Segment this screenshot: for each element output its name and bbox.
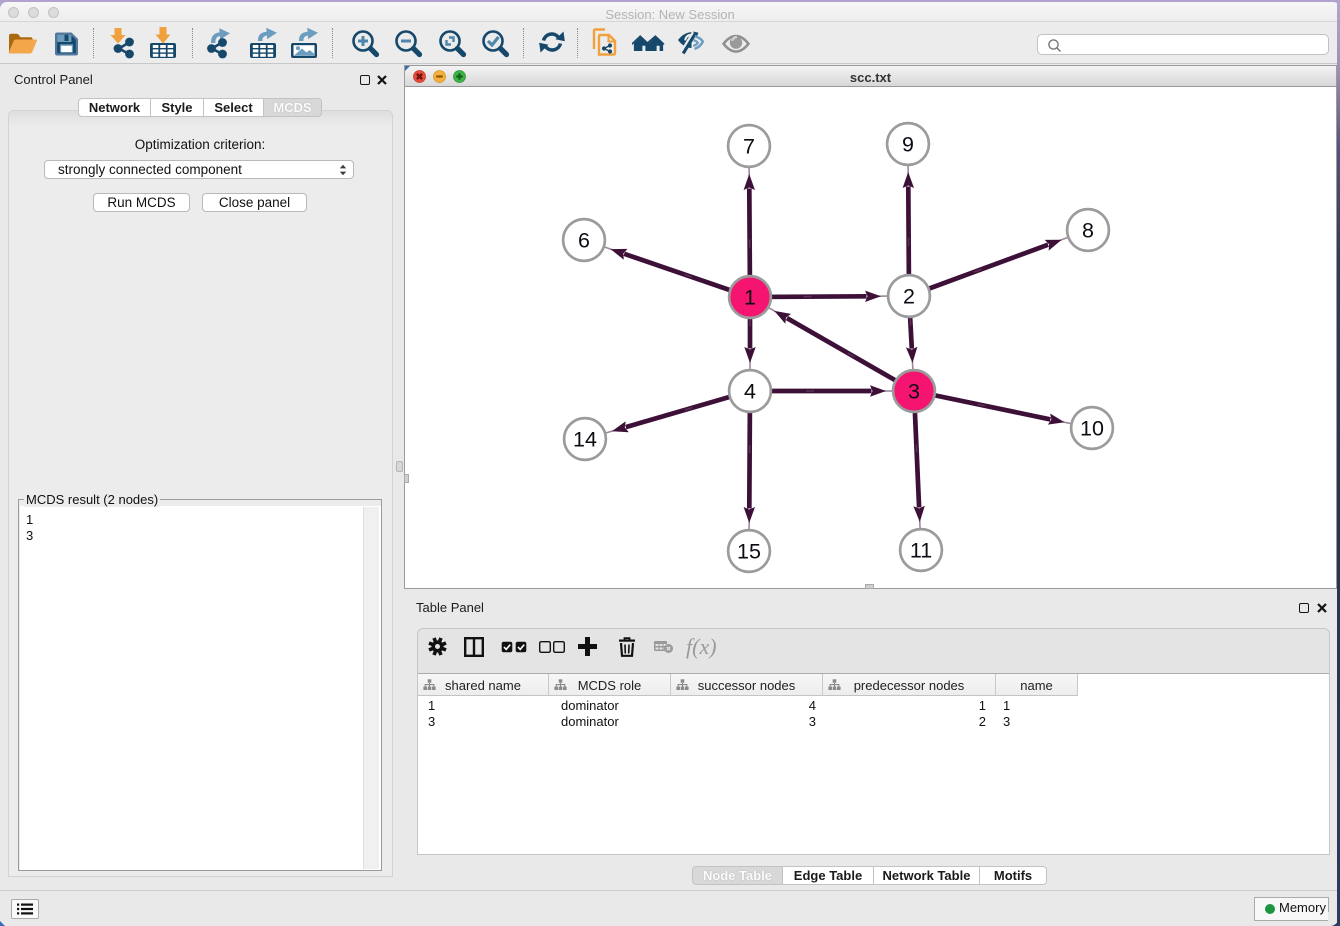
svg-text:6: 6 — [578, 229, 590, 253]
svg-text:3: 3 — [908, 380, 920, 404]
svg-text:11: 11 — [910, 539, 932, 563]
svg-text:15: 15 — [737, 540, 761, 564]
svg-text:14: 14 — [573, 428, 597, 452]
svg-text:4: 4 — [744, 380, 756, 404]
svg-text:7: 7 — [743, 135, 755, 159]
svg-text:2: 2 — [903, 285, 915, 309]
svg-text:9: 9 — [902, 133, 914, 157]
svg-text:1: 1 — [744, 286, 756, 310]
svg-text:10: 10 — [1080, 417, 1104, 441]
svg-text:8: 8 — [1082, 219, 1094, 243]
